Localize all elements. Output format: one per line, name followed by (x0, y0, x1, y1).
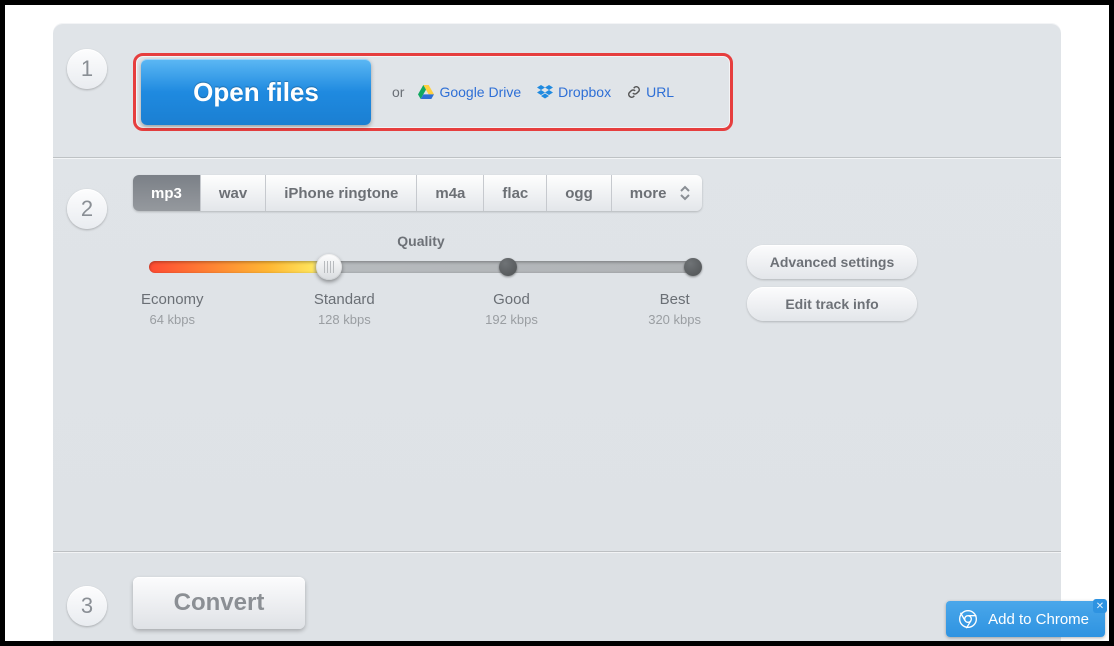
main-panel: 1 2 3 Open files or Google Drive (53, 23, 1061, 641)
advanced-settings-button[interactable]: Advanced settings (747, 245, 917, 279)
source-dropbox[interactable]: Dropbox (537, 84, 611, 100)
step-badge-2: 2 (67, 189, 107, 229)
quality-label-good: Good 192 kbps (485, 291, 538, 327)
separator (53, 551, 1061, 552)
quality-title: Quality (141, 233, 701, 249)
tab-flac[interactable]: flac (484, 175, 547, 211)
step-badge-1: 1 (67, 49, 107, 89)
chevron-up-down-icon (678, 184, 692, 202)
source-label: Dropbox (558, 84, 611, 100)
slider-stop-good[interactable] (499, 258, 517, 276)
add-to-chrome-badge[interactable]: Add to Chrome ✕ (946, 601, 1105, 637)
separator (53, 157, 1061, 158)
convert-button[interactable]: Convert (133, 577, 305, 629)
quality-labels: Economy 64 kbps Standard 128 kbps Good 1… (141, 291, 701, 327)
source-url[interactable]: URL (627, 84, 674, 100)
tab-ogg[interactable]: ogg (547, 175, 612, 211)
quality-label-standard: Standard 128 kbps (314, 291, 375, 327)
open-files-row: Open files or Google Drive Drop (133, 53, 733, 131)
slider-handle[interactable] (316, 254, 342, 280)
tab-mp3[interactable]: mp3 (133, 175, 201, 211)
edit-track-info-button[interactable]: Edit track info (747, 287, 917, 321)
slider-stop-best[interactable] (684, 258, 702, 276)
tab-m4a[interactable]: m4a (417, 175, 484, 211)
chrome-icon (958, 609, 978, 629)
dropbox-icon (537, 85, 553, 99)
or-label: or (392, 84, 404, 100)
source-label: Google Drive (439, 84, 521, 100)
tab-iphone-ringtone[interactable]: iPhone ringtone (266, 175, 417, 211)
google-drive-icon (418, 85, 434, 99)
tab-more[interactable]: more (612, 175, 703, 211)
quality-block: Quality Economy 64 kbps Standard 128 kbp… (141, 233, 701, 327)
open-files-button[interactable]: Open files (141, 59, 371, 125)
source-label: URL (646, 84, 674, 100)
quality-label-economy: Economy 64 kbps (141, 291, 204, 327)
quality-label-best: Best 320 kbps (648, 291, 701, 327)
format-tabs: mp3 wav iPhone ringtone m4a flac ogg mor… (133, 175, 702, 211)
link-icon (627, 85, 641, 99)
close-icon[interactable]: ✕ (1093, 599, 1107, 613)
step-badge-3: 3 (67, 586, 107, 626)
tab-wav[interactable]: wav (201, 175, 266, 211)
app-frame: 1 2 3 Open files or Google Drive (5, 5, 1109, 641)
quality-slider-track[interactable] (149, 261, 693, 273)
source-google-drive[interactable]: Google Drive (418, 84, 521, 100)
add-to-chrome-label: Add to Chrome (988, 611, 1089, 628)
